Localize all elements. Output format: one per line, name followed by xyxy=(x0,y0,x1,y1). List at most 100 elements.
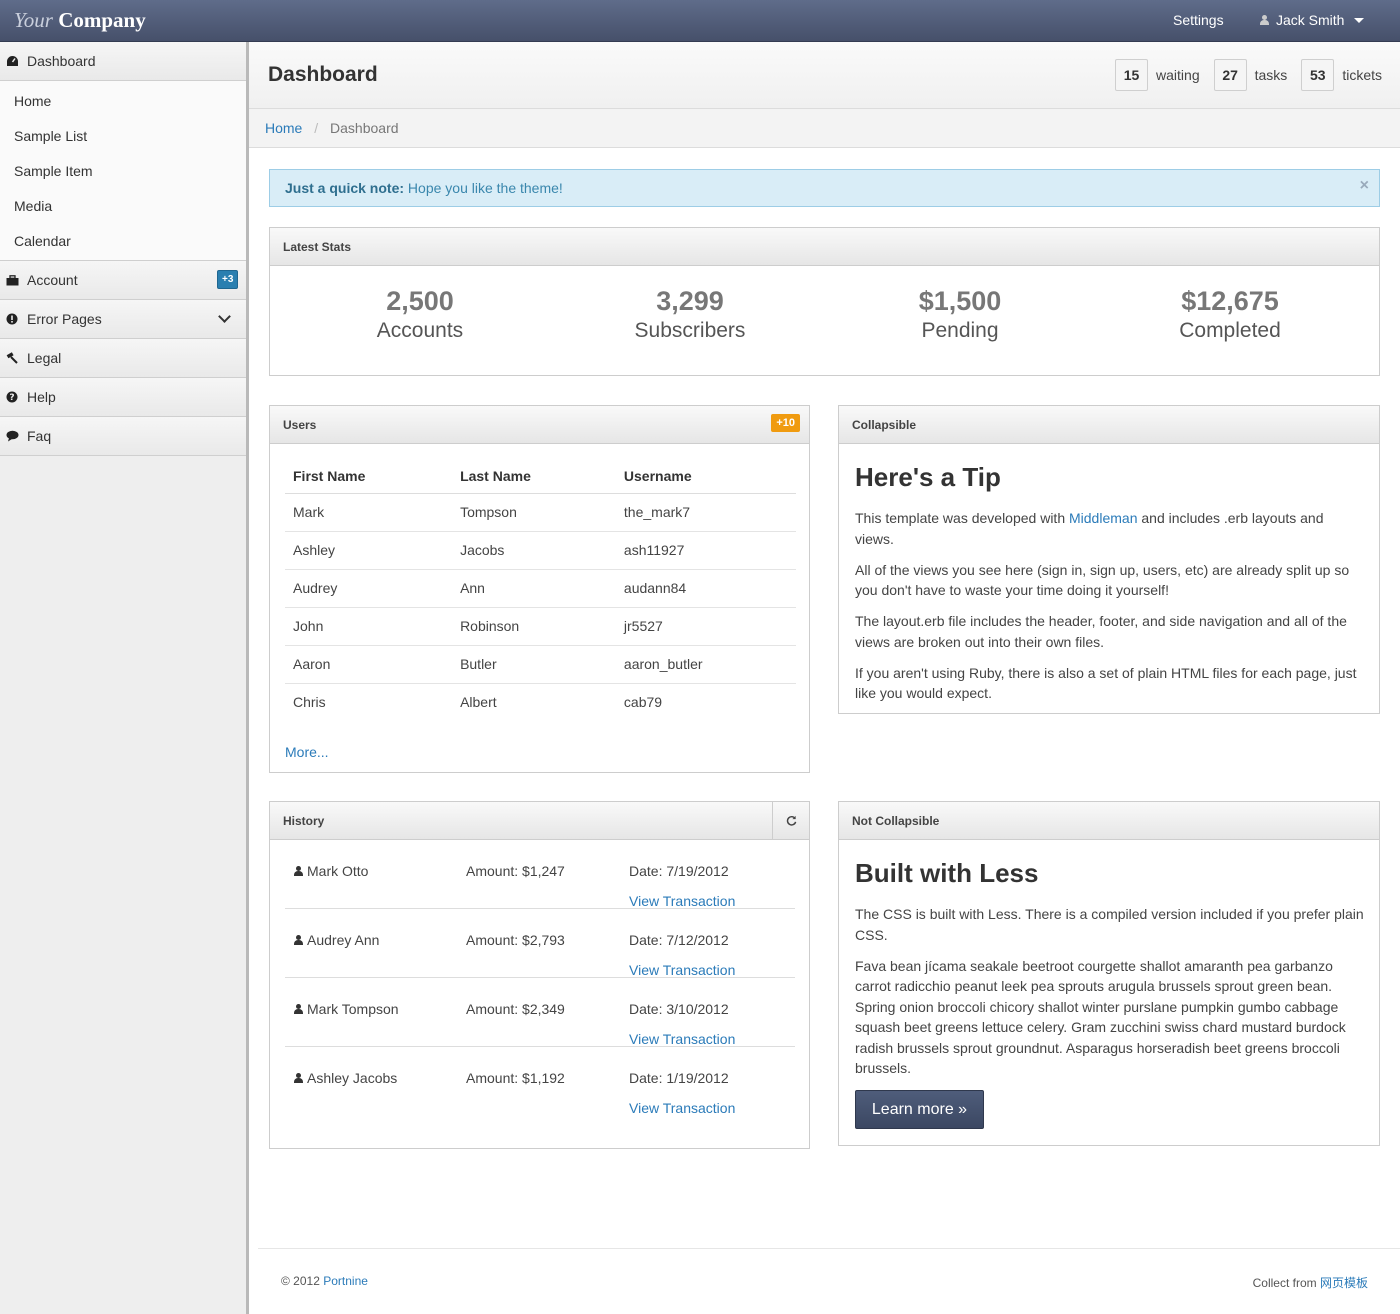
sidebar-item-error-pages[interactable]: Error Pages xyxy=(0,300,246,339)
stat-value: $12,675 xyxy=(1181,286,1279,316)
stat-label: Pending xyxy=(921,319,999,342)
history-row: Mark Tompson Amount: $2,349 Date: 3/10/2… xyxy=(285,978,795,1047)
svg-text:?: ? xyxy=(9,393,14,403)
briefcase-icon xyxy=(4,274,20,286)
tickets-count[interactable]: 53 xyxy=(1301,59,1335,91)
page-header: Dashboard 15 waiting 27 tasks 53 tickets xyxy=(249,42,1400,109)
history-amount: Amount: $2,793 xyxy=(466,932,565,948)
sidebar-item-account[interactable]: Account +3 xyxy=(0,261,246,300)
tasks-count[interactable]: 27 xyxy=(1213,59,1247,91)
user-menu[interactable]: Jack Smith xyxy=(1259,12,1365,28)
history-user-name: Mark Otto xyxy=(307,863,369,879)
sidebar-item-dashboard[interactable]: Dashboard xyxy=(0,42,246,81)
legal-hammer-icon xyxy=(4,352,20,364)
history-user: Mark Otto xyxy=(293,863,368,879)
brand-part-1: Your xyxy=(14,8,53,32)
exclamation-circle-icon xyxy=(4,313,20,325)
less-paragraph: Fava bean jícama seakale beetroot courge… xyxy=(855,957,1346,1077)
cell: ash11927 xyxy=(615,531,796,570)
table-row: Ashley Jacobs ash11927 xyxy=(285,531,796,570)
comment-icon xyxy=(4,430,20,442)
waiting-label: waiting xyxy=(1156,67,1200,83)
collapsible-panel-title[interactable]: Collapsible xyxy=(839,406,1379,444)
view-transaction-link[interactable]: View Transaction xyxy=(629,893,735,909)
cell: Robinson xyxy=(452,607,616,646)
sidebar-item-sample-item[interactable]: Sample Item xyxy=(0,153,246,188)
view-transaction-link[interactable]: View Transaction xyxy=(629,1031,735,1047)
table-row: Chris Albert cab79 xyxy=(285,683,796,721)
header-counters: 15 waiting 27 tasks 53 tickets xyxy=(1115,59,1382,91)
middleman-link[interactable]: Middleman xyxy=(1069,510,1137,526)
portnine-link[interactable]: Portnine xyxy=(323,1274,368,1288)
breadcrumb: Home / Dashboard xyxy=(249,109,1400,148)
history-panel-header[interactable]: History xyxy=(270,802,809,840)
sidebar-item-legal[interactable]: Legal xyxy=(0,339,246,378)
more-users-link[interactable]: More... xyxy=(285,744,329,760)
cell: Jacobs xyxy=(452,531,616,570)
user-icon xyxy=(293,865,304,877)
user-icon xyxy=(293,1003,304,1015)
alert-close-button[interactable]: × xyxy=(1360,177,1369,195)
cell: Mark xyxy=(285,493,453,532)
history-user: Ashley Jacobs xyxy=(293,1070,397,1086)
stat-accounts: 2,500 Accounts xyxy=(285,286,555,343)
users-panel-header[interactable]: Users +10 xyxy=(270,406,809,444)
sidebar-submenu: Home Sample List Sample Item Media Calen… xyxy=(0,81,246,261)
view-transaction-link[interactable]: View Transaction xyxy=(629,1100,735,1116)
sidebar-item-sample-list[interactable]: Sample List xyxy=(0,118,246,153)
brand-logo[interactable]: Your Company xyxy=(14,8,146,33)
stat-label: Subscribers xyxy=(634,319,746,342)
not-collapsible-panel-title: Not Collapsible xyxy=(839,802,1379,840)
table-header-row: First Name Last Name Username xyxy=(285,459,796,494)
history-date: Date: 7/19/2012 xyxy=(629,863,729,879)
history-user-name: Audrey Ann xyxy=(307,932,380,948)
cell: Ashley xyxy=(285,531,453,570)
view-transaction-link[interactable]: View Transaction xyxy=(629,962,735,978)
stat-label: Accounts xyxy=(376,319,464,342)
sidebar-item-help[interactable]: ? Help xyxy=(0,378,246,417)
waiting-count[interactable]: 15 xyxy=(1115,59,1149,91)
breadcrumb-home[interactable]: Home xyxy=(265,120,302,136)
cell: Audrey xyxy=(285,569,453,608)
sidebar-label-error-pages: Error Pages xyxy=(27,311,102,327)
sidebar-label-faq: Faq xyxy=(27,428,52,444)
cell: aaron_butler xyxy=(615,645,796,684)
users-badge: +10 xyxy=(771,414,800,432)
footer-collect: Collect from 网页模板 xyxy=(1253,1274,1368,1291)
sidebar-label-dashboard: Dashboard xyxy=(27,53,96,69)
cell: Albert xyxy=(460,694,497,711)
sidebar-item-media[interactable]: Media xyxy=(0,188,246,223)
sidebar-item-faq[interactable]: Faq xyxy=(0,417,246,456)
cell: Aaron xyxy=(285,645,453,684)
refresh-button[interactable] xyxy=(772,802,809,839)
tip-heading: Here's a Tip xyxy=(855,462,1001,492)
table-row: Aaron Butler aaron_butler xyxy=(285,645,796,684)
users-panel: Users +10 First Name Last Name Username … xyxy=(269,405,810,773)
user-icon xyxy=(293,934,304,946)
sidebar-label-help: Help xyxy=(27,389,56,405)
copyright-text: © 2012 xyxy=(281,1274,324,1288)
column-header: First Name xyxy=(285,459,453,494)
stat-label: Completed xyxy=(1179,319,1281,342)
tip-paragraph: If you aren't using Ruby, there is also … xyxy=(855,664,1357,702)
history-user: Mark Tompson xyxy=(293,1001,399,1017)
sidebar-item-home[interactable]: Home xyxy=(0,83,246,118)
sidebar-item-calendar[interactable]: Calendar xyxy=(0,223,246,258)
history-date: Date: 1/19/2012 xyxy=(629,1070,729,1086)
users-table: First Name Last Name Username Mark Tompso… xyxy=(285,459,796,721)
stat-pending: $1,500 Pending xyxy=(825,286,1095,343)
tip-text: This template was developed with xyxy=(855,510,1069,526)
sidebar-label-legal: Legal xyxy=(27,350,62,366)
alert-text: Hope you like the theme! xyxy=(407,180,563,196)
chevron-down-icon xyxy=(218,310,231,323)
learn-more-button[interactable]: Learn more » xyxy=(855,1090,984,1129)
history-amount: Amount: $1,192 xyxy=(466,1070,565,1086)
less-paragraph: The CSS is built with Less. There is a c… xyxy=(855,906,1364,943)
history-date: Date: 7/12/2012 xyxy=(629,932,729,948)
cell: Ann xyxy=(452,569,616,608)
collect-link[interactable]: 网页模板 xyxy=(1320,1276,1368,1290)
history-amount: Amount: $2,349 xyxy=(466,1001,565,1017)
user-icon xyxy=(293,1072,304,1084)
stats-panel-title[interactable]: Latest Stats xyxy=(270,228,1379,266)
settings-link[interactable]: Settings xyxy=(1173,12,1224,28)
